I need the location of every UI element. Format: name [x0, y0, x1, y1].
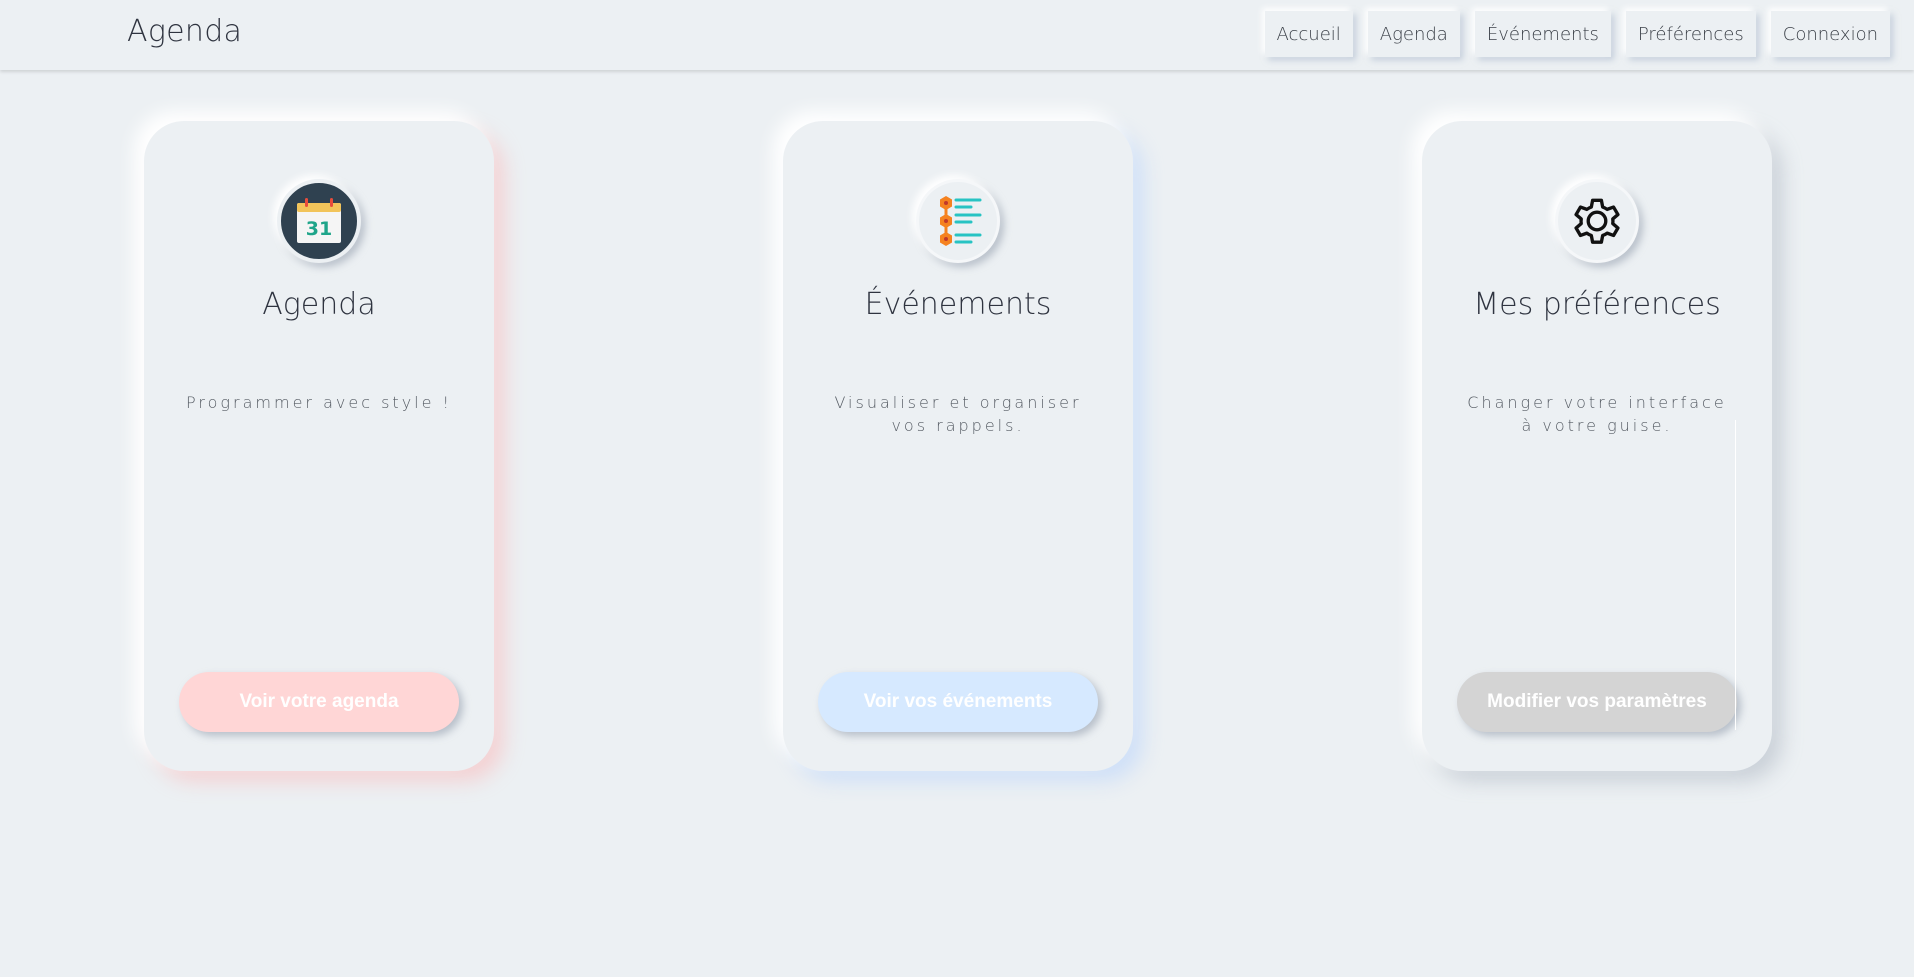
- view-events-button[interactable]: Voir vos événements: [818, 672, 1098, 732]
- card-title: Événements: [864, 287, 1052, 322]
- nav-menu: Accueil Agenda Événements Préférences Co…: [1264, 11, 1890, 57]
- card-description: Programmer avec style !: [186, 393, 452, 412]
- nav-connexion[interactable]: Connexion: [1770, 11, 1890, 57]
- brand-title[interactable]: Agenda: [127, 14, 242, 49]
- gear-icon: [1555, 179, 1639, 263]
- card-evenements: Événements Visualiser et organiser vos r…: [783, 121, 1133, 771]
- top-navbar: Agenda Accueil Agenda Événements Préfére…: [0, 0, 1914, 70]
- edit-settings-button[interactable]: Modifier vos paramètres: [1457, 672, 1737, 732]
- nav-accueil[interactable]: Accueil: [1264, 11, 1353, 57]
- nav-agenda[interactable]: Agenda: [1367, 11, 1460, 57]
- view-agenda-button[interactable]: Voir votre agenda: [179, 672, 459, 732]
- card-description: Visualiser et organiser vos rappels.: [834, 393, 1082, 435]
- nav-evenements[interactable]: Événements: [1474, 11, 1611, 57]
- card-preferences: Mes préférences Changer votre interface …: [1422, 121, 1772, 771]
- card-title: Mes préférences: [1473, 287, 1721, 322]
- card-title: Agenda: [262, 287, 376, 322]
- event-list-icon: [916, 179, 1000, 263]
- divider-line: [1735, 420, 1736, 730]
- nav-preferences[interactable]: Préférences: [1625, 11, 1756, 57]
- card-agenda: 31 Agenda Programmer avec style ! Voir v…: [144, 121, 494, 771]
- card-description: Changer votre interface à votre guise.: [1467, 393, 1727, 435]
- calendar-icon: 31: [277, 179, 361, 263]
- calendar-day-number: 31: [306, 218, 332, 240]
